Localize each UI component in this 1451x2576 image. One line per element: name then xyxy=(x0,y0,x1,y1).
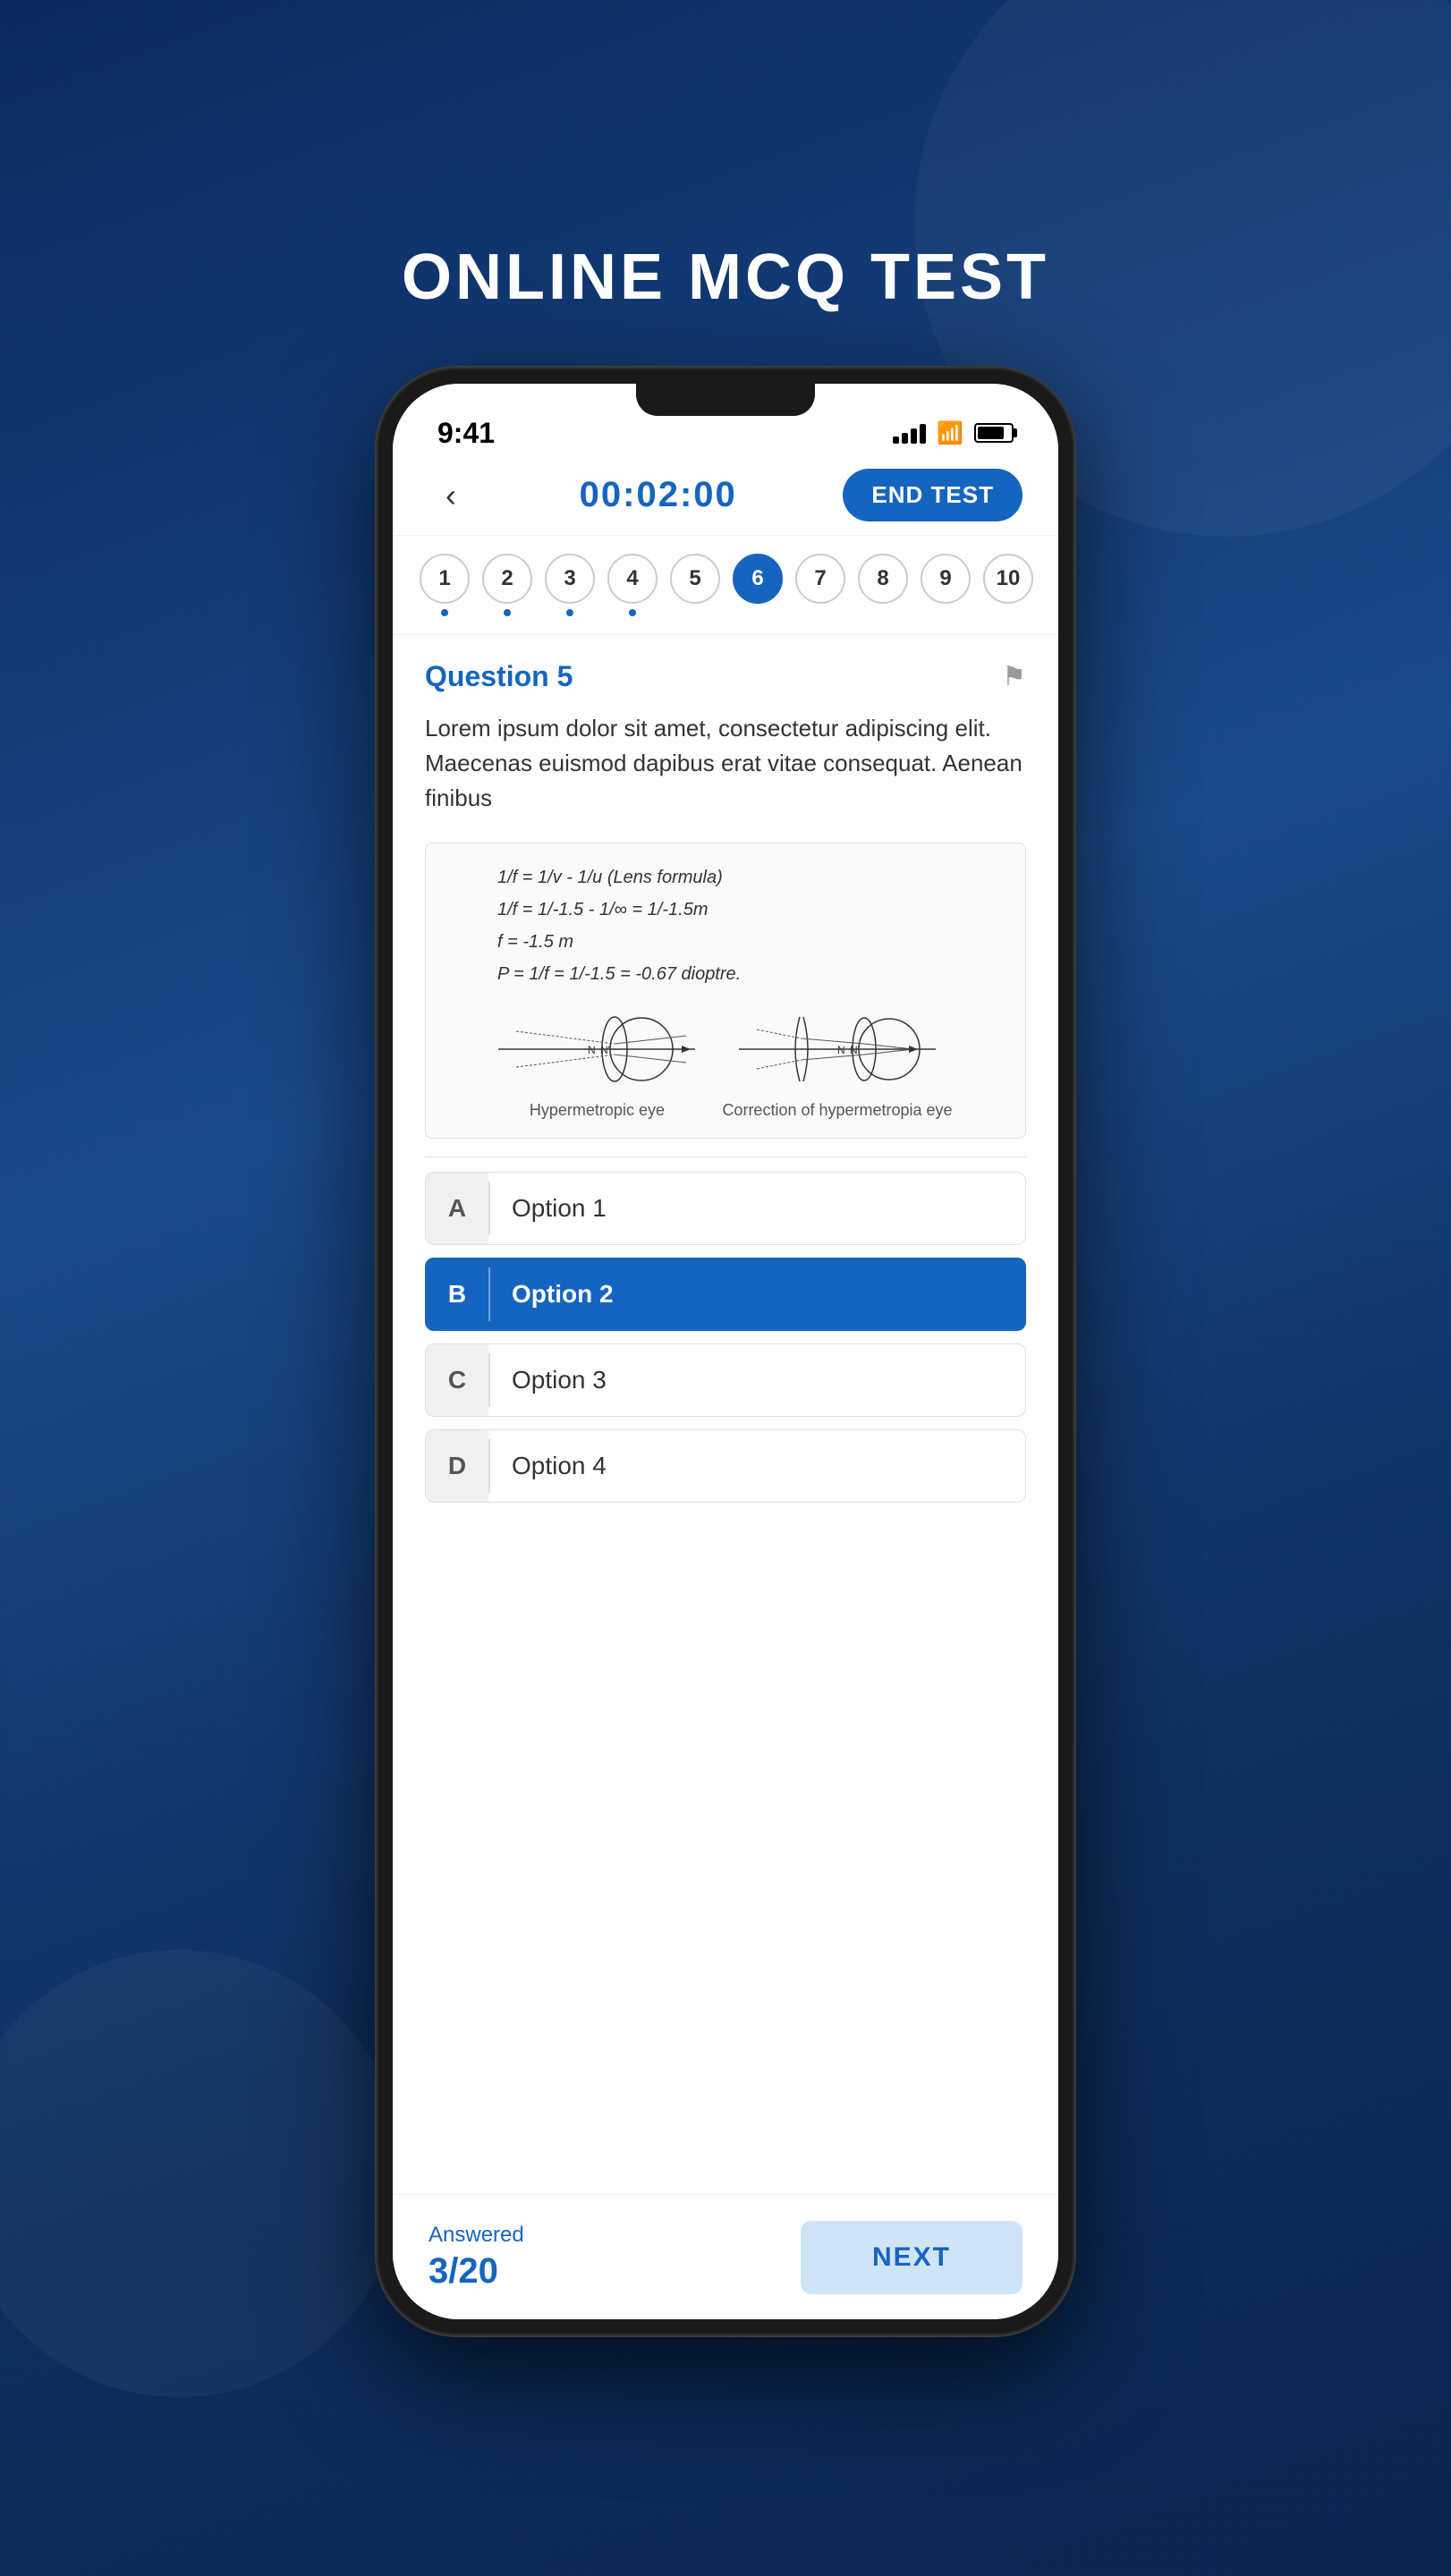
hypermetropic-eye-diagram: N N' xyxy=(498,1004,695,1094)
option-letter: A xyxy=(426,1173,488,1244)
diagram-2-label: Correction of hypermetropia eye xyxy=(722,1101,952,1120)
timer-display: 00:02:00 xyxy=(580,475,737,515)
end-test-button[interactable]: END TEST xyxy=(843,469,1022,521)
question-number-circle[interactable]: 3 xyxy=(545,554,595,604)
option-letter: B xyxy=(426,1258,488,1330)
question-number-item[interactable]: 1 xyxy=(420,554,470,616)
question-number-item[interactable]: 10 xyxy=(983,554,1033,616)
content-area: ‹ 00:02:00 END TEST 12345678910 Question… xyxy=(393,455,1058,2319)
answered-section: Answered 3/20 xyxy=(429,2223,524,2292)
option-letter: D xyxy=(426,1430,488,1502)
option-item[interactable]: DOption 4 xyxy=(425,1429,1026,1503)
question-number-circle[interactable]: 7 xyxy=(795,554,845,604)
answered-label: Answered xyxy=(429,2223,524,2248)
correction-eye-diagram: N N' xyxy=(739,1004,936,1094)
option-letter: C xyxy=(426,1344,488,1416)
formula-line: 1/f = 1/-1.5 - 1/∞ = 1/-1.5m xyxy=(497,894,1007,926)
diagram-1: N N' Hypermetropic eye xyxy=(498,1004,695,1120)
question-number-circle[interactable]: 5 xyxy=(670,554,720,604)
question-number-item[interactable]: 6 xyxy=(733,554,783,616)
svg-text:N: N xyxy=(837,1044,845,1056)
svg-text:N: N xyxy=(588,1044,596,1056)
question-number-circle[interactable]: 10 xyxy=(983,554,1033,604)
option-item[interactable]: AOption 1 xyxy=(425,1172,1026,1245)
status-time: 9:41 xyxy=(437,417,495,450)
formula-line: 1/f = 1/v - 1/u (Lens formula) xyxy=(497,861,1007,894)
signal-icon xyxy=(893,422,926,444)
question-number-circle[interactable]: 8 xyxy=(858,554,908,604)
battery-icon xyxy=(974,423,1014,443)
phone-notch xyxy=(636,384,815,416)
question-numbers-row: 12345678910 xyxy=(393,536,1058,635)
question-number-item[interactable]: 5 xyxy=(670,554,720,616)
question-number-dot xyxy=(441,609,448,616)
next-button[interactable]: NEXT xyxy=(801,2221,1022,2294)
question-number-item[interactable]: 9 xyxy=(921,554,971,616)
option-item[interactable]: COption 3 xyxy=(425,1343,1026,1417)
question-number-circle[interactable]: 6 xyxy=(733,554,783,604)
status-icons: 📶 xyxy=(893,420,1014,446)
diagram-area: 1/f = 1/v - 1/u (Lens formula)1/f = 1/-1… xyxy=(425,843,1026,1139)
flag-icon[interactable]: ⚑ xyxy=(1002,661,1026,692)
question-number-item[interactable]: 7 xyxy=(795,554,845,616)
question-number-dot xyxy=(629,609,636,616)
question-number-item[interactable]: 2 xyxy=(482,554,532,616)
back-button[interactable]: ‹ xyxy=(429,473,473,518)
question-number-item[interactable]: 8 xyxy=(858,554,908,616)
formula-line: f = -1.5 m xyxy=(497,926,1007,958)
svg-text:N': N' xyxy=(850,1044,860,1056)
option-text: Option 4 xyxy=(490,1452,1025,1480)
option-item[interactable]: BOption 2 xyxy=(425,1258,1026,1331)
footer-bar: Answered 3/20 NEXT xyxy=(393,2194,1058,2319)
phone-screen: 9:41 📶 ‹ 00:02:00 END TEST xyxy=(393,384,1058,2319)
wifi-icon: 📶 xyxy=(937,420,963,446)
page-title: ONLINE MCQ TEST xyxy=(402,241,1049,314)
diagram-1-label: Hypermetropic eye xyxy=(530,1101,665,1120)
back-arrow-icon: ‹ xyxy=(445,477,456,514)
header-bar: ‹ 00:02:00 END TEST xyxy=(393,455,1058,536)
formula-section: 1/f = 1/v - 1/u (Lens formula)1/f = 1/-1… xyxy=(444,861,1007,990)
question-text: Lorem ipsum dolor sit amet, consectetur … xyxy=(393,702,1058,834)
diagram-2: N N' Correction of xyxy=(722,1004,952,1120)
options-list: AOption 1 BOption 2 COption 3 DOption 4 xyxy=(393,1157,1058,1517)
question-header: Question 5 ⚑ xyxy=(393,635,1058,702)
formula-line: P = 1/f = 1/-1.5 = -0.67 dioptre. xyxy=(497,958,1007,990)
question-area: Question 5 ⚑ Lorem ipsum dolor sit amet,… xyxy=(393,635,1058,2194)
svg-text:N': N' xyxy=(600,1044,610,1056)
question-number-dot xyxy=(566,609,573,616)
question-number-item[interactable]: 4 xyxy=(607,554,658,616)
question-number-circle[interactable]: 2 xyxy=(482,554,532,604)
question-number-circle[interactable]: 1 xyxy=(420,554,470,604)
question-title: Question 5 xyxy=(425,660,573,693)
question-number-item[interactable]: 3 xyxy=(545,554,595,616)
question-number-circle[interactable]: 9 xyxy=(921,554,971,604)
question-number-circle[interactable]: 4 xyxy=(607,554,658,604)
question-number-dot xyxy=(504,609,511,616)
option-text: Option 2 xyxy=(490,1280,1025,1309)
diagrams-row: N N' Hypermetropic eye xyxy=(444,1004,1007,1120)
answered-count: 3/20 xyxy=(429,2251,524,2292)
option-text: Option 3 xyxy=(490,1366,1025,1394)
option-text: Option 1 xyxy=(490,1194,1025,1223)
phone-frame: 9:41 📶 ‹ 00:02:00 END TEST xyxy=(377,368,1074,2335)
